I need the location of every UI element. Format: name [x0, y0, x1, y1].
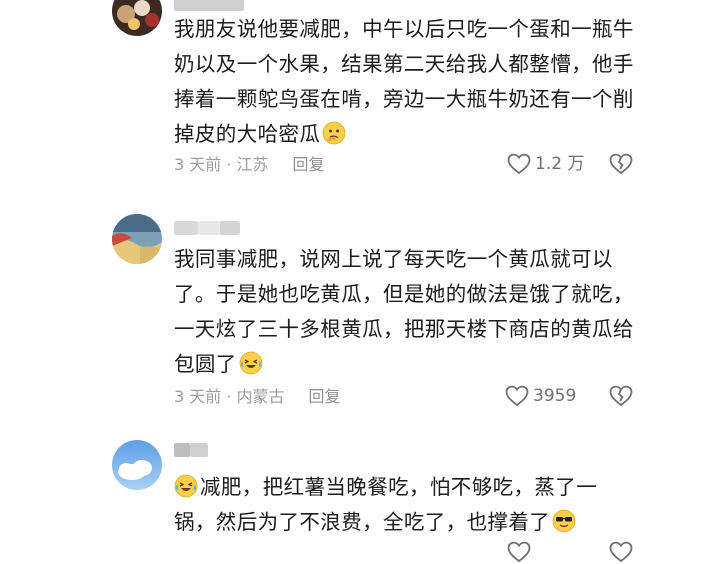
- comment-line-text: 减肥，把红薯当晚餐吃，怕不够吃，蒸了一: [200, 475, 598, 499]
- comment-line: 一天炫了三十多根黄瓜，把那天楼下商店的黄瓜给: [174, 317, 634, 341]
- comment-item: 我朋友说他要减肥，中午以后只吃一个蛋和一瓶牛 奶以及一个水果，结果第二天给我人都…: [0, 0, 725, 190]
- comment-line: 捧着一颗鸵鸟蛋在啃，旁边一大瓶牛奶还有一个削: [174, 87, 634, 111]
- crying-laughing-face-icon: [174, 474, 198, 498]
- broken-heart-icon[interactable]: [609, 152, 633, 176]
- comment-text: 减肥，把红薯当晚餐吃，怕不够吃，蒸了一 锅，然后为了不浪费，全吃了，也撑着了: [174, 470, 644, 540]
- avatar[interactable]: [112, 0, 162, 36]
- comment-line-text: 掉皮的大哈密瓜: [174, 122, 321, 146]
- comment-line: 包圆了: [174, 347, 644, 382]
- comment-line: 锅，然后为了不浪费，全吃了，也撑着了: [174, 505, 644, 540]
- broken-heart-icon[interactable]: [609, 384, 633, 408]
- comment-line: 我朋友说他要减肥，中午以后只吃一个蛋和一瓶牛: [174, 17, 634, 41]
- comment-item: 减肥，把红薯当晚餐吃，怕不够吃，蒸了一 锅，然后为了不浪费，全吃了，也撑着了: [0, 436, 725, 563]
- like-button[interactable]: 1.2 万: [507, 152, 584, 176]
- broken-heart-icon[interactable]: [609, 540, 633, 564]
- comment-line: 我同事减肥，说网上说了每天吃一个黄瓜就可以: [174, 247, 613, 271]
- sunglasses-face-icon: [552, 509, 576, 533]
- comment-line: 奶以及一个水果，结果第二天给我人都整懵，他手: [174, 52, 634, 76]
- username[interactable]: [174, 0, 244, 11]
- heart-icon[interactable]: [507, 540, 531, 564]
- comment-meta: 3 天前 · 内蒙古 回复: [174, 386, 341, 408]
- heart-icon: [505, 385, 529, 407]
- reply-button[interactable]: 回复: [309, 387, 341, 406]
- username[interactable]: [174, 218, 240, 235]
- comment-time-location: 3 天前 · 江苏: [174, 155, 269, 174]
- reply-button[interactable]: 回复: [293, 155, 325, 174]
- username[interactable]: [174, 440, 208, 457]
- comment-meta: 3 天前 · 江苏 回复: [174, 154, 325, 176]
- comment-line: 了。于是她也吃黄瓜，但是她的做法是饿了就吃，: [174, 282, 634, 306]
- comment-line: 减肥，把红薯当晚餐吃，怕不够吃，蒸了一: [174, 470, 644, 505]
- comment-line-text: 包圆了: [174, 352, 237, 376]
- avatar[interactable]: [112, 440, 162, 490]
- like-count: 1.2 万: [535, 154, 585, 174]
- comment-item: 我同事减肥，说网上说了每天吃一个黄瓜就可以 了。于是她也吃黄瓜，但是她的做法是饿…: [0, 210, 725, 430]
- like-button[interactable]: 3959: [505, 384, 576, 408]
- comment-line-text: 锅，然后为了不浪费，全吃了，也撑着了: [174, 510, 551, 534]
- comment-text: 我朋友说他要减肥，中午以后只吃一个蛋和一瓶牛 奶以及一个水果，结果第二天给我人都…: [174, 12, 644, 152]
- comment-line: 掉皮的大哈密瓜: [174, 117, 644, 152]
- comment-text: 我同事减肥，说网上说了每天吃一个黄瓜就可以 了。于是她也吃黄瓜，但是她的做法是饿…: [174, 242, 644, 382]
- crying-laughing-face-icon: [239, 351, 263, 375]
- heart-icon: [507, 153, 531, 175]
- thinking-face-icon: [322, 121, 346, 145]
- comment-time-location: 3 天前 · 内蒙古: [174, 387, 285, 406]
- like-count: 3959: [533, 386, 577, 406]
- avatar[interactable]: [112, 214, 162, 264]
